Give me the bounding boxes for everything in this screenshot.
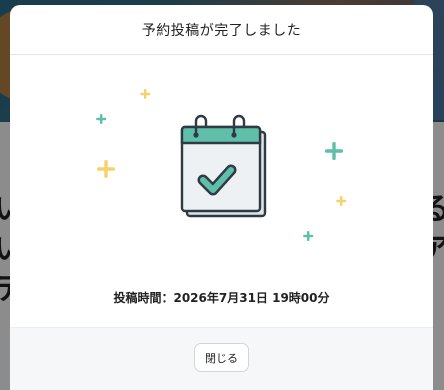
- scheduled-post-complete-dialog: 予約投稿が完了しました 投稿時間：2026年7月31日 19時00分 閉じる: [10, 5, 433, 390]
- scheduled-time-value: 2026年7月31日 19時00分: [173, 291, 330, 305]
- sparkle-icon: [97, 160, 115, 178]
- calendar-check-illustration: [96, 89, 347, 241]
- sparkle-icon: [325, 142, 343, 160]
- sparkle-icon: [303, 231, 314, 241]
- close-button[interactable]: 閉じる: [194, 343, 249, 372]
- sparkle-icon: [336, 196, 347, 206]
- scheduled-time: 投稿時間：2026年7月31日 19時00分: [10, 289, 433, 306]
- dialog-title: 予約投稿が完了しました: [141, 22, 302, 39]
- scheduled-time-label: 投稿時間：: [113, 291, 174, 305]
- dialog-footer: 閉じる: [10, 327, 433, 390]
- dialog-header: 予約投稿が完了しました: [10, 5, 433, 55]
- sparkle-icon: [96, 114, 107, 124]
- sparkle-icon: [140, 89, 151, 99]
- calendar-check-icon: [180, 114, 267, 218]
